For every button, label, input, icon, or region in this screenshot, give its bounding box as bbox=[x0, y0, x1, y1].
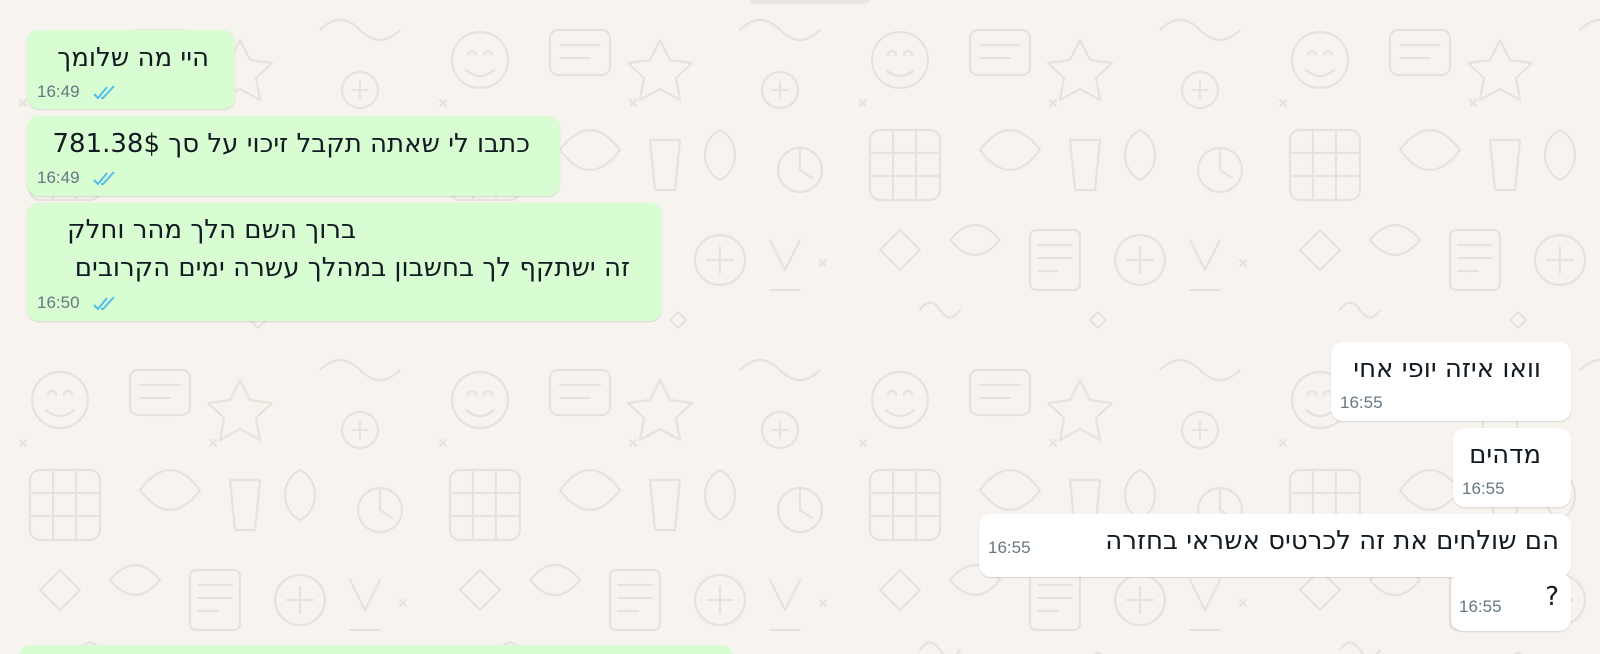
message-bubble-outgoing[interactable]: היי מה שלומך 16:49 bbox=[27, 30, 235, 109]
message-timestamp: 16:55 bbox=[988, 538, 1031, 557]
message-text: כתבו לי שאתה תקבל זיכוי על סך 781.38$ bbox=[52, 129, 531, 159]
double-check-icon bbox=[93, 85, 115, 100]
message-bubble-incoming[interactable]: וואו איזה יופי אחי 16:55 bbox=[1331, 342, 1571, 421]
message-text-line: ברוך השם הלך מהר וחלק bbox=[67, 215, 356, 245]
message-timestamp: 16:55 bbox=[1462, 479, 1505, 498]
scroll-indicator bbox=[750, 0, 870, 4]
message-bubble-incoming[interactable]: ? 16:55 bbox=[1451, 573, 1571, 631]
message-bubble-outgoing[interactable]: ברוך השם הלך מהר וחלק זה ישתקף לך בחשבון… bbox=[27, 203, 662, 321]
double-check-icon bbox=[93, 296, 115, 311]
message-timestamp: 16:49 bbox=[37, 168, 80, 187]
message-text: הם שולחים את זה לכרטיס אשראי בחזרה bbox=[1105, 526, 1559, 556]
message-text-line: זה ישתקף לך בחשבון במהלך עשרה ימים הקרוב… bbox=[74, 253, 630, 283]
message-timestamp: 16:49 bbox=[37, 82, 80, 101]
message-bubble-incoming[interactable]: הם שולחים את זה לכרטיס אשראי בחזרה 16:55 bbox=[979, 514, 1571, 577]
message-text: ? bbox=[1545, 582, 1559, 612]
message-text: וואו איזה יופי אחי bbox=[1353, 354, 1541, 384]
message-bubble-incoming[interactable]: מדהים 16:55 bbox=[1453, 428, 1571, 507]
message-bubble-outgoing-partial[interactable] bbox=[19, 645, 733, 654]
message-timestamp: 16:55 bbox=[1340, 393, 1383, 412]
message-bubble-outgoing[interactable]: כתבו לי שאתה תקבל זיכוי על סך 781.38$ 16… bbox=[27, 116, 560, 196]
message-timestamp: 16:50 bbox=[37, 293, 80, 312]
message-timestamp: 16:55 bbox=[1459, 597, 1502, 616]
message-text: מדהים bbox=[1469, 440, 1541, 470]
message-text: היי מה שלומך bbox=[57, 43, 209, 73]
double-check-icon bbox=[93, 171, 115, 186]
